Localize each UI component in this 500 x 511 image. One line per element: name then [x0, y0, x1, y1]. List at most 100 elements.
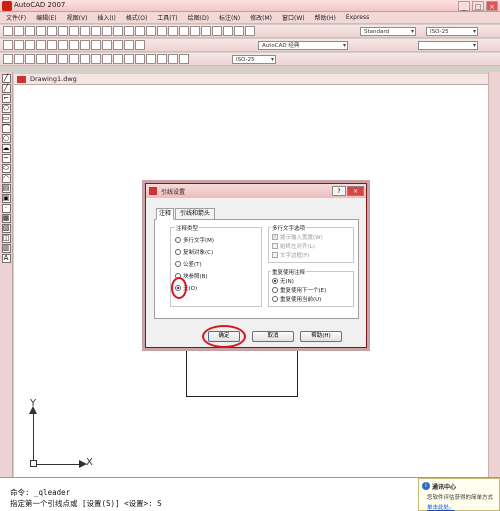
menu-tools[interactable]: 工具(T)	[157, 13, 177, 22]
text-style-select[interactable]: Standard	[360, 27, 416, 36]
radio-tolerance-circle[interactable]	[175, 261, 181, 267]
print-icon[interactable]	[36, 26, 46, 36]
linear-dim-icon[interactable]	[3, 54, 13, 64]
rectangle-icon[interactable]: ▭	[1, 114, 11, 123]
region-icon[interactable]: ◫	[1, 234, 11, 243]
sheet-set-icon[interactable]	[212, 26, 222, 36]
preview-icon[interactable]	[47, 26, 57, 36]
zoom-icon[interactable]	[146, 26, 156, 36]
properties-icon[interactable]	[179, 26, 189, 36]
angular-icon[interactable]	[80, 54, 90, 64]
polyline-icon[interactable]: ⌐	[1, 94, 11, 103]
redo-icon[interactable]	[124, 26, 134, 36]
close-button[interactable]: ×	[486, 1, 498, 11]
aligned-dim-icon[interactable]	[14, 54, 24, 64]
menu-insert[interactable]: 插入(I)	[97, 13, 115, 22]
line-icon[interactable]: ╱	[1, 74, 11, 83]
circle-icon[interactable]: ○	[1, 134, 11, 143]
arc-icon[interactable]: ⌒	[1, 124, 11, 133]
hatch-icon[interactable]: ▦	[1, 214, 11, 223]
ordinate-icon[interactable]	[36, 54, 46, 64]
lock-icon[interactable]	[124, 40, 134, 50]
undo-icon[interactable]	[113, 26, 123, 36]
lightbulb-icon[interactable]	[102, 40, 112, 50]
revision-cloud-icon[interactable]: ☁	[1, 144, 11, 153]
jogged-icon[interactable]	[58, 54, 68, 64]
layer-state-icon[interactable]	[14, 40, 24, 50]
menu-file[interactable]: 文件(F)	[6, 13, 26, 22]
menu-help[interactable]: 帮助(H)	[315, 13, 336, 22]
radio-mtext-circle[interactable]	[175, 237, 181, 243]
layer-freeze-icon[interactable]	[36, 40, 46, 50]
command-prompt-line[interactable]: 指定第一个引线点或 [设置(S)] <设置>: S	[10, 498, 162, 509]
snowflake-icon[interactable]	[113, 40, 123, 50]
point-icon[interactable]: ·	[1, 204, 11, 213]
radio-reuse-current-circle[interactable]	[272, 296, 278, 302]
layer-on-icon[interactable]	[25, 40, 35, 50]
construction-line-icon[interactable]: ╱	[1, 84, 11, 93]
quick-leader-icon[interactable]	[124, 54, 134, 64]
radio-reuse-none[interactable]: 无(N)	[272, 277, 294, 285]
radio-tolerance[interactable]: 公差(T)	[175, 260, 202, 268]
notification-link[interactable]: 单击此处。	[427, 503, 455, 511]
radio-reuse-next[interactable]: 重复使用下一个(E)	[272, 286, 326, 294]
color-swatch-icon[interactable]	[135, 40, 145, 50]
dim-edit-icon[interactable]	[157, 54, 167, 64]
menu-express[interactable]: Express	[346, 14, 369, 21]
radio-copy-object[interactable]: 复制对象(C)	[175, 248, 213, 256]
continue-icon[interactable]	[113, 54, 123, 64]
cancel-button[interactable]: 取消	[252, 331, 294, 342]
radio-mtext[interactable]: 多行文字(M)	[175, 236, 214, 244]
center-mark-icon[interactable]	[146, 54, 156, 64]
menu-modify[interactable]: 修改(M)	[250, 13, 272, 22]
quick-dim-icon[interactable]	[91, 54, 101, 64]
dialog-close-button[interactable]: ×	[347, 186, 364, 196]
sun-icon[interactable]	[91, 40, 101, 50]
dim-style-select-2[interactable]: ISO-25	[232, 55, 276, 64]
arc-length-icon[interactable]	[25, 54, 35, 64]
help-icon[interactable]	[245, 26, 255, 36]
workspace-select[interactable]: AutoCAD 经典	[258, 41, 348, 50]
dim-update-icon[interactable]	[179, 54, 189, 64]
layer-lock-icon[interactable]	[47, 40, 57, 50]
design-center-icon[interactable]	[190, 26, 200, 36]
pan-icon[interactable]	[135, 26, 145, 36]
tolerance-icon[interactable]	[135, 54, 145, 64]
gradient-icon[interactable]: ▧	[1, 224, 11, 233]
open-icon[interactable]	[14, 26, 24, 36]
previous-layer-icon[interactable]	[80, 40, 90, 50]
copy-icon[interactable]	[80, 26, 90, 36]
save-icon[interactable]	[25, 26, 35, 36]
tool-palettes-icon[interactable]	[201, 26, 211, 36]
markup-icon[interactable]	[223, 26, 233, 36]
paste-icon[interactable]	[91, 26, 101, 36]
publish-icon[interactable]	[58, 26, 68, 36]
radio-reuse-none-circle[interactable]	[272, 278, 278, 284]
spline-icon[interactable]: ~	[1, 154, 11, 163]
menu-dimension[interactable]: 标注(N)	[219, 13, 240, 22]
zoom-previous-icon[interactable]	[168, 26, 178, 36]
dim-style-select[interactable]: ISO-25	[426, 27, 478, 36]
dialog-title-bar[interactable]: 引线设置 ? ×	[146, 184, 366, 198]
tab-annotation[interactable]: 注释	[156, 208, 174, 220]
match-properties-icon[interactable]	[102, 26, 112, 36]
communication-center-balloon[interactable]: i 通讯中心 您软件评估获得的简单方式 单击此处。	[418, 478, 500, 511]
menu-format[interactable]: 格式(O)	[126, 13, 147, 22]
radius-icon[interactable]	[47, 54, 57, 64]
maximize-button[interactable]: □	[472, 1, 484, 11]
baseline-icon[interactable]	[102, 54, 112, 64]
dim-text-edit-icon[interactable]	[168, 54, 178, 64]
radio-reuse-current[interactable]: 重复使用当前(U)	[272, 295, 321, 303]
zoom-window-icon[interactable]	[157, 26, 167, 36]
menu-view[interactable]: 视图(V)	[67, 13, 88, 22]
calculator-icon[interactable]	[234, 26, 244, 36]
radio-reuse-next-circle[interactable]	[272, 287, 278, 293]
ellipse-icon[interactable]: ⬭	[1, 164, 11, 173]
menu-edit[interactable]: 编辑(E)	[36, 13, 56, 22]
layer-select[interactable]	[418, 41, 478, 50]
dialog-help-button[interactable]: ?	[332, 186, 346, 196]
cut-icon[interactable]	[69, 26, 79, 36]
diameter-icon[interactable]	[69, 54, 79, 64]
make-block-icon[interactable]: ▣	[1, 194, 11, 203]
radio-copy-object-circle[interactable]	[175, 249, 181, 255]
